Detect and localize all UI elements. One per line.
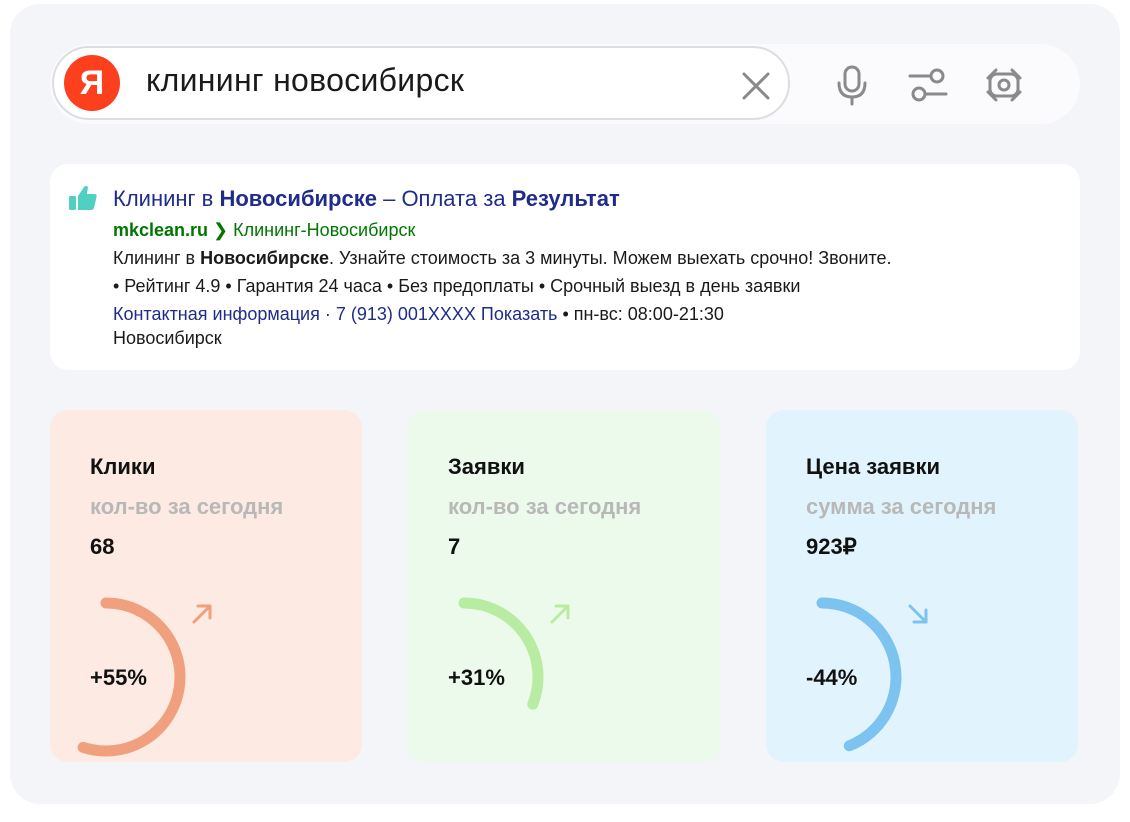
microphone-icon[interactable]: [834, 64, 870, 106]
ad-url-breadcrumb[interactable]: Клининг-Новосибирск: [233, 220, 415, 240]
ad-contacts-row: Контактная информация · 7 (913) 001XXXX …: [113, 304, 724, 325]
breadcrumb-separator-icon: ❯: [208, 220, 234, 240]
card-subtitle: кол-во за сегодня: [90, 494, 284, 519]
card-title: Цена заявки: [806, 454, 940, 479]
ad-title-link[interactable]: Клининг в Новосибирске – Оплата за Резул…: [113, 186, 620, 212]
card-change-percent: +55%: [90, 665, 147, 690]
card-change-percent: -44%: [806, 665, 858, 690]
search-query-text[interactable]: клининг новосибирск: [146, 62, 464, 99]
metric-card-request-price: Цена заявки сумма за сегодня 923₽ -44%: [766, 410, 1078, 762]
trend-up-arrow-icon: [550, 604, 570, 624]
ad-description-bold: Новосибирске: [200, 248, 329, 268]
metric-card-requests: Заявки кол-во за сегодня 7 +31%: [408, 410, 720, 762]
card-change-percent: +31%: [448, 665, 505, 690]
ad-url-path[interactable]: mkclean.ru ❯ Клининг-Новосибирск: [113, 220, 415, 241]
ad-description: Клининг в Новосибирске. Узнайте стоимост…: [113, 248, 892, 269]
card-title: Клики: [90, 454, 156, 479]
ad-city: Новосибирск: [113, 328, 222, 348]
contact-info-link[interactable]: Контактная информация · 7 (913) 001XXXX …: [113, 304, 557, 324]
card-title: Заявки: [448, 454, 525, 479]
ad-features: • Рейтинг 4.9 • Гарантия 24 часа • Без п…: [113, 276, 801, 296]
ad-title-bold[interactable]: Новосибирске: [219, 186, 377, 211]
filter-settings-icon[interactable]: [906, 66, 950, 104]
yandex-logo[interactable]: Я: [64, 55, 120, 111]
ad-title-bold[interactable]: Результат: [512, 186, 620, 211]
clear-icon[interactable]: [738, 68, 774, 104]
trend-down-arrow-icon: [908, 604, 928, 624]
ad-url-domain[interactable]: mkclean.ru: [113, 220, 208, 240]
card-value: 68: [90, 534, 115, 559]
card-value: 7: [448, 534, 461, 559]
ad-title-text[interactable]: Клининг в: [113, 186, 219, 211]
trend-up-arrow-icon: [192, 604, 212, 624]
ad-description-text: Клининг в: [113, 248, 201, 268]
card-subtitle: сумма за сегодня: [806, 494, 997, 519]
camera-search-icon[interactable]: [984, 66, 1024, 104]
metric-card-clicks: Клики кол-во за сегодня 68 +55%: [50, 410, 362, 762]
thumbs-up-icon: [69, 186, 97, 210]
ad-description-text: . Узнайте стоимость за 3 минуты. Можем в…: [328, 248, 892, 268]
card-subtitle: кол-во за сегодня: [448, 494, 642, 519]
ad-title-text[interactable]: – Оплата за: [377, 186, 512, 211]
card-value: 923₽: [806, 534, 857, 559]
working-hours: • пн-вс: 08:00-21:30: [557, 304, 724, 324]
